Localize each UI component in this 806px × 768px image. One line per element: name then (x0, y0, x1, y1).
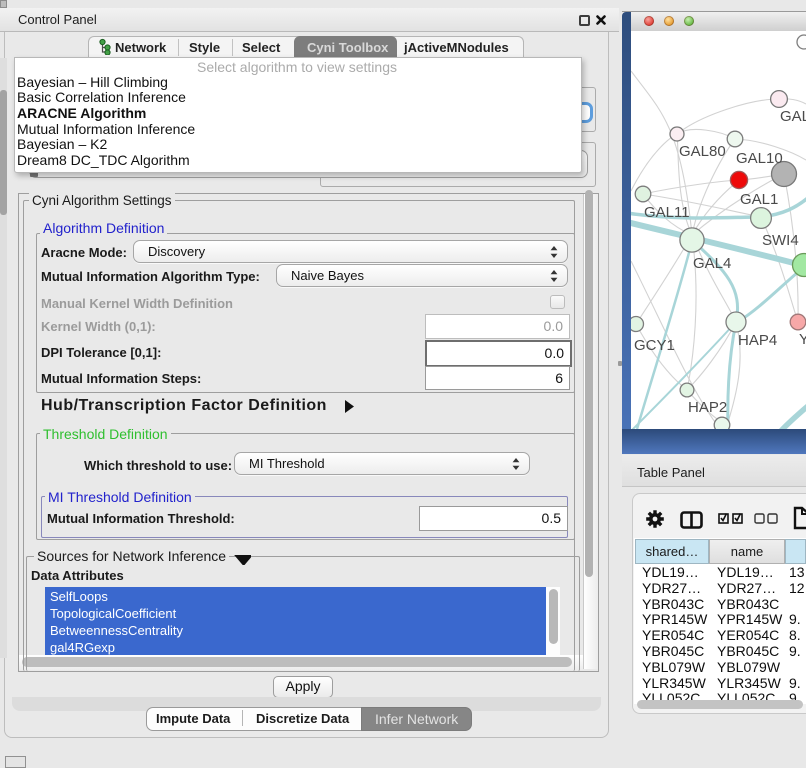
svg-text:SWI4: SWI4 (762, 232, 799, 249)
svg-text:GAL10: GAL10 (736, 150, 783, 167)
svg-text:GAL11: GAL11 (644, 204, 690, 221)
svg-text:HAP2: HAP2 (688, 399, 727, 416)
svg-text:Y: Y (799, 331, 806, 348)
svg-text:HAP4: HAP4 (738, 332, 777, 349)
svg-text:GAL1: GAL1 (740, 191, 778, 208)
svg-text:GCY1: GCY1 (634, 337, 675, 354)
svg-text:GAL80: GAL80 (679, 143, 726, 160)
svg-text:GAL: GAL (780, 108, 806, 125)
svg-text:GAL4: GAL4 (693, 255, 731, 272)
